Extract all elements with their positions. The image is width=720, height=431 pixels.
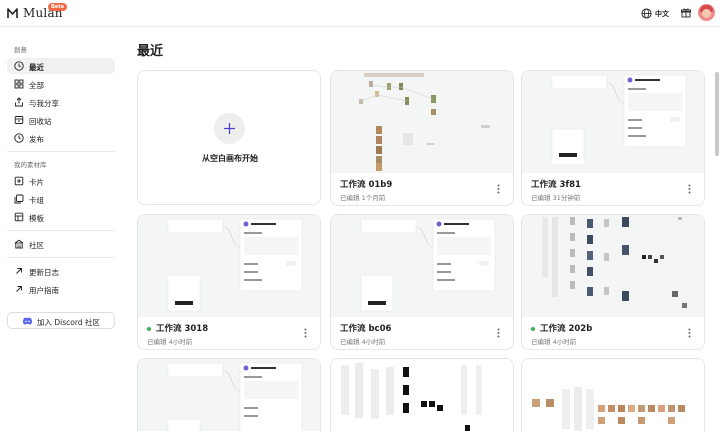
section-label-workspace: 創意	[14, 46, 27, 54]
arrow-up-right-icon	[16, 286, 22, 292]
workflow-thumbnail	[522, 215, 704, 317]
workflow-card[interactable]: 工作流 3018 已编辑 4小时前	[137, 214, 321, 350]
avatar[interactable]	[698, 4, 715, 21]
workflow-thumbnail	[522, 71, 704, 173]
sidebar-item-shared[interactable]: 与我分享	[7, 94, 115, 110]
beta-badge: Beta	[48, 3, 67, 11]
sidebar-item-guide[interactable]: 用户指南	[7, 281, 115, 297]
sidebar-item-publish[interactable]: 发布	[7, 130, 115, 146]
trash-icon	[14, 116, 24, 124]
workflow-title: 工作流 bc06	[340, 324, 392, 334]
workflow-edited-time: 已编辑 31分钟前	[531, 194, 581, 202]
new-canvas-label: 从空白画布开始	[202, 154, 258, 163]
workflow-card[interactable]: 工作流 01b9 已编辑 1个月前	[330, 70, 514, 206]
sidebar-item-all[interactable]: 全部	[7, 76, 115, 92]
status-dot	[531, 326, 535, 331]
more-options-icon[interactable]	[304, 328, 307, 338]
divider	[7, 151, 115, 152]
workflow-card[interactable]	[330, 358, 514, 431]
sidebar-item-label: 最近	[29, 62, 44, 72]
plus-icon	[224, 123, 235, 134]
globe-icon[interactable]	[641, 8, 652, 19]
workflow-thumbnail	[138, 215, 320, 317]
sidebar-item-label: 更新日志	[29, 267, 59, 277]
template-icon	[14, 212, 24, 222]
share-icon	[15, 97, 23, 107]
workflow-title: 工作流 3018	[147, 322, 208, 334]
workflow-title: 工作流 3f81	[531, 180, 581, 190]
sidebar-item-decks[interactable]: 卡组	[7, 191, 115, 207]
sidebar-item-templates[interactable]: 模板	[7, 209, 115, 225]
sidebar-item-recent[interactable]: 最近	[7, 58, 115, 74]
workflow-edited-time: 已编辑 4小时前	[147, 338, 193, 346]
arrow-up-right-icon	[16, 268, 22, 274]
clock-icon	[14, 61, 24, 71]
workflow-thumbnail	[138, 359, 320, 431]
deck-icon	[14, 194, 24, 204]
community-icon	[14, 239, 24, 249]
workflow-card[interactable]: 工作流 3f81 已编辑 31分钟前	[521, 70, 705, 206]
language-switch[interactable]: 中文	[655, 9, 669, 19]
sidebar-item-community[interactable]: 社区	[7, 236, 115, 252]
sidebar-item-label: 回收站	[29, 116, 52, 126]
publish-icon	[14, 133, 24, 143]
status-dot	[147, 326, 151, 331]
section-label-materials: 我的素材库	[14, 161, 47, 169]
divider	[7, 230, 115, 231]
workflow-edited-time: 已编辑 1个月前	[340, 194, 386, 202]
logo-icon[interactable]	[7, 8, 18, 19]
workflow-card[interactable]	[137, 358, 321, 431]
workflow-card[interactable]: 工作流 202b 已编辑 4小时前	[521, 214, 705, 350]
sidebar-item-label: 全部	[29, 80, 44, 90]
scrollbar[interactable]	[715, 72, 719, 156]
main-content: 最近 从空白画布开始 工作流 01b9 已编辑 1个月前 工作流 3f81 已编…	[123, 27, 720, 431]
divider	[7, 257, 115, 258]
workflow-edited-time: 已编辑 4小时前	[340, 338, 386, 346]
workflow-title: 工作流 01b9	[340, 180, 393, 190]
workflow-edited-time: 已编辑 4小时前	[531, 338, 577, 346]
top-bar: Mulan Beta 中文	[0, 0, 720, 27]
card-icon	[14, 176, 24, 186]
sidebar-item-cards[interactable]: 卡片	[7, 173, 115, 189]
workflow-thumbnail	[331, 71, 513, 173]
discord-join-button[interactable]: 加入 Discord 社区	[7, 312, 115, 329]
more-options-icon[interactable]	[688, 184, 691, 194]
workflow-thumbnail	[331, 359, 513, 431]
grid-icon	[14, 79, 24, 89]
sidebar-item-changelog[interactable]: 更新日志	[7, 263, 115, 279]
plus-button[interactable]	[214, 113, 245, 144]
more-options-icon[interactable]	[497, 184, 500, 194]
sidebar-item-label: 与我分享	[29, 98, 59, 108]
new-canvas-card[interactable]: 从空白画布开始	[137, 70, 321, 205]
sidebar-item-trash[interactable]: 回收站	[7, 112, 115, 128]
sidebar: 創意 最近 全部 与我分享 回收站 发布 我的素材库 卡片 卡组 模板 社区 更…	[0, 27, 123, 431]
page-title: 最近	[137, 44, 164, 59]
gift-icon[interactable]	[681, 8, 691, 18]
workflow-title: 工作流 202b	[531, 322, 592, 334]
workflow-thumbnail	[331, 215, 513, 317]
sidebar-item-label: 卡组	[29, 195, 44, 205]
sidebar-item-label: 发布	[29, 134, 44, 144]
more-options-icon[interactable]	[688, 328, 691, 338]
workflow-card[interactable]	[521, 358, 705, 431]
sidebar-item-label: 卡片	[29, 177, 44, 187]
more-options-icon[interactable]	[497, 328, 500, 338]
workflow-thumbnail	[522, 359, 704, 431]
discord-button-label: 加入 Discord 社区	[37, 318, 100, 327]
discord-icon	[23, 317, 32, 325]
workflow-card[interactable]: 工作流 bc06 已编辑 4小时前	[330, 214, 514, 350]
sidebar-item-label: 模板	[29, 213, 44, 223]
sidebar-item-label: 社区	[29, 240, 44, 250]
sidebar-item-label: 用户指南	[29, 285, 59, 295]
